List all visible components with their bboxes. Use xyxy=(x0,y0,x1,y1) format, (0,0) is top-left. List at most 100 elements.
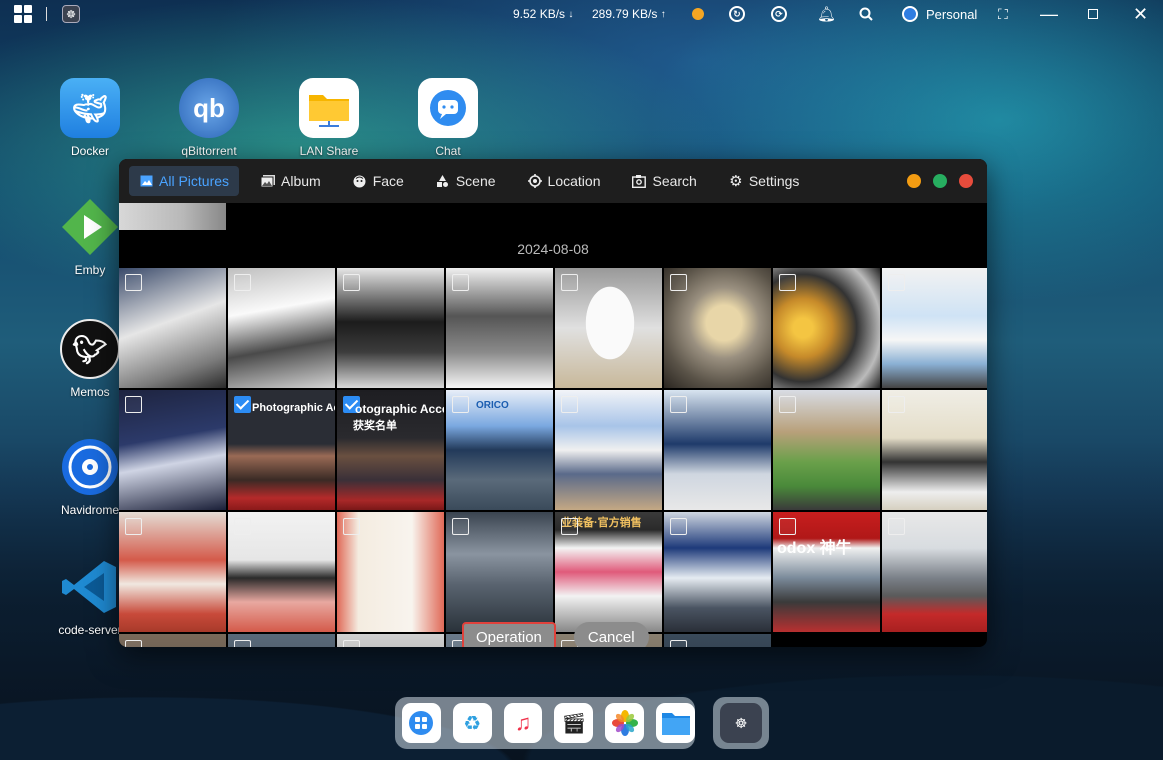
close-button[interactable] xyxy=(959,174,973,188)
photo-thumbnail[interactable] xyxy=(664,268,771,388)
photo-checkbox[interactable] xyxy=(561,274,578,291)
dock-photos-window-thumbnail-icon[interactable]: ☸ xyxy=(720,703,762,743)
tab-album[interactable]: Album xyxy=(251,166,331,196)
photo-thumbnail[interactable]: otographic Acce 获奖名单 xyxy=(337,390,444,510)
desktop-icon-lan-share[interactable]: LAN Share xyxy=(289,78,369,158)
photo-checkbox[interactable] xyxy=(343,640,360,647)
dock-recycle-bin-icon[interactable]: ♻ xyxy=(452,703,492,743)
photo-thumbnail[interactable]: odox 神牛 xyxy=(773,512,880,632)
photo-thumbnail[interactable] xyxy=(773,268,880,388)
photo-thumbnail[interactable] xyxy=(555,268,662,388)
photo-checkbox[interactable] xyxy=(452,518,469,535)
photo-thumbnail[interactable] xyxy=(119,634,226,647)
photo-thumbnail[interactable] xyxy=(119,268,226,388)
photo-thumbnail[interactable] xyxy=(228,512,335,632)
photo-thumbnail[interactable] xyxy=(446,268,553,388)
date-header: 2024-08-08 xyxy=(517,241,589,257)
photo-thumbnail[interactable] xyxy=(119,512,226,632)
photo-thumbnail[interactable] xyxy=(228,268,335,388)
tab-location[interactable]: Location xyxy=(518,166,611,196)
photo-checkbox[interactable] xyxy=(561,518,578,535)
minimize-icon[interactable]: — xyxy=(1040,0,1058,28)
bell-icon[interactable]: 🔔︎ xyxy=(817,0,836,28)
photo-thumbnail[interactable]: ORICO xyxy=(446,390,553,510)
photo-checkbox[interactable] xyxy=(779,274,796,291)
photo-thumbnail[interactable] xyxy=(555,390,662,510)
status-dot-icon[interactable] xyxy=(692,0,704,28)
photo-checkbox[interactable] xyxy=(343,274,360,291)
photo-thumbnail[interactable] xyxy=(119,390,226,510)
photo-thumbnail[interactable] xyxy=(664,512,771,632)
dock-photos-icon[interactable] xyxy=(605,703,645,743)
desktop-icon-code-server[interactable]: code-server xyxy=(50,557,130,637)
dock-music-icon[interactable]: ♫ xyxy=(503,703,543,743)
photo-thumbnail[interactable] xyxy=(882,268,987,388)
desktop-icon-emby[interactable]: Emby xyxy=(50,197,130,277)
photo-checkbox[interactable] xyxy=(670,640,687,647)
photo-thumbnail[interactable] xyxy=(882,512,987,632)
photo-checkbox[interactable] xyxy=(779,396,796,413)
photo-thumbnail[interactable] xyxy=(228,634,335,647)
photo-checkbox[interactable] xyxy=(343,518,360,535)
avatar xyxy=(902,6,918,22)
photo-thumbnail[interactable] xyxy=(119,203,226,230)
photo-checkbox-checked[interactable] xyxy=(234,396,251,413)
refresh-icon[interactable]: ⟳ xyxy=(771,0,787,28)
desktop-icon-navidrome[interactable]: Navidrome xyxy=(50,437,130,517)
desktop-icon-memos[interactable]: 🐦︎ Memos xyxy=(50,319,130,399)
photo-checkbox[interactable] xyxy=(234,518,251,535)
photo-checkbox[interactable] xyxy=(670,396,687,413)
photo-checkbox[interactable] xyxy=(452,396,469,413)
close-icon[interactable]: ✕ xyxy=(1133,0,1148,28)
dock-video-icon[interactable]: 🎬︎ xyxy=(554,703,594,743)
photo-checkbox[interactable] xyxy=(452,274,469,291)
photo-checkbox[interactable] xyxy=(234,274,251,291)
tab-settings[interactable]: ⚙ Settings xyxy=(719,166,810,196)
photo-checkbox[interactable] xyxy=(561,396,578,413)
fullscreen-icon[interactable]: ⛶ xyxy=(998,0,1008,28)
photo-thumbnail[interactable] xyxy=(773,390,880,510)
photo-checkbox[interactable] xyxy=(888,518,905,535)
photo-checkbox[interactable] xyxy=(234,640,251,647)
tab-scene[interactable]: Scene xyxy=(426,166,506,196)
photo-checkbox[interactable] xyxy=(125,396,142,413)
user-menu[interactable]: Personal xyxy=(902,0,977,28)
photo-thumbnail[interactable] xyxy=(882,390,987,510)
photo-checkbox[interactable] xyxy=(888,396,905,413)
photo-gallery[interactable]: 2024-08-08 Photographic Accesso otograph… xyxy=(119,203,987,647)
tab-all-pictures[interactable]: All Pictures xyxy=(129,166,240,196)
maximize-icon[interactable] xyxy=(1088,0,1098,28)
photo-thumbnail[interactable] xyxy=(337,512,444,632)
maximize-button[interactable] xyxy=(933,174,947,188)
desktop-icon-qbittorrent[interactable]: qb qBittorrent xyxy=(169,78,249,158)
sync-icon[interactable]: ↻ xyxy=(729,0,745,28)
photo-thumbnail[interactable] xyxy=(664,634,771,647)
launcher-icon[interactable] xyxy=(14,0,32,28)
photo-thumbnail[interactable] xyxy=(337,634,444,647)
photo-thumbnail[interactable] xyxy=(664,390,771,510)
photo-checkbox[interactable] xyxy=(670,274,687,291)
search-icon[interactable] xyxy=(859,0,873,28)
tab-search[interactable]: Search xyxy=(622,166,706,196)
photo-thumbnail[interactable]: 业装备·官方销售 xyxy=(555,512,662,632)
dock-files-icon[interactable] xyxy=(656,703,695,743)
upload-speed: 289.79 KB/s ↑ xyxy=(592,7,666,21)
photo-thumbnail[interactable] xyxy=(446,512,553,632)
photo-checkbox[interactable] xyxy=(125,518,142,535)
photo-checkbox[interactable] xyxy=(125,274,142,291)
desktop-icon-chat[interactable]: Chat xyxy=(408,78,488,158)
photo-checkbox[interactable] xyxy=(125,640,142,647)
photo-checkbox[interactable] xyxy=(670,518,687,535)
photo-thumbnail[interactable] xyxy=(337,268,444,388)
photo-thumbnail[interactable]: Photographic Accesso xyxy=(228,390,335,510)
desktop-icon-docker[interactable]: 🐳︎ Docker xyxy=(50,78,130,158)
cancel-button[interactable]: Cancel xyxy=(573,622,649,647)
tab-face[interactable]: Face xyxy=(343,166,414,196)
photo-checkbox[interactable] xyxy=(779,518,796,535)
operation-button[interactable]: Operation xyxy=(462,622,556,647)
photo-checkbox[interactable] xyxy=(888,274,905,291)
download-speed: 9.52 KB/s ↓ xyxy=(513,7,574,21)
minimize-button[interactable] xyxy=(907,174,921,188)
dock-app-center-icon[interactable] xyxy=(402,703,441,743)
running-app-icon[interactable]: ☸ xyxy=(62,0,80,28)
